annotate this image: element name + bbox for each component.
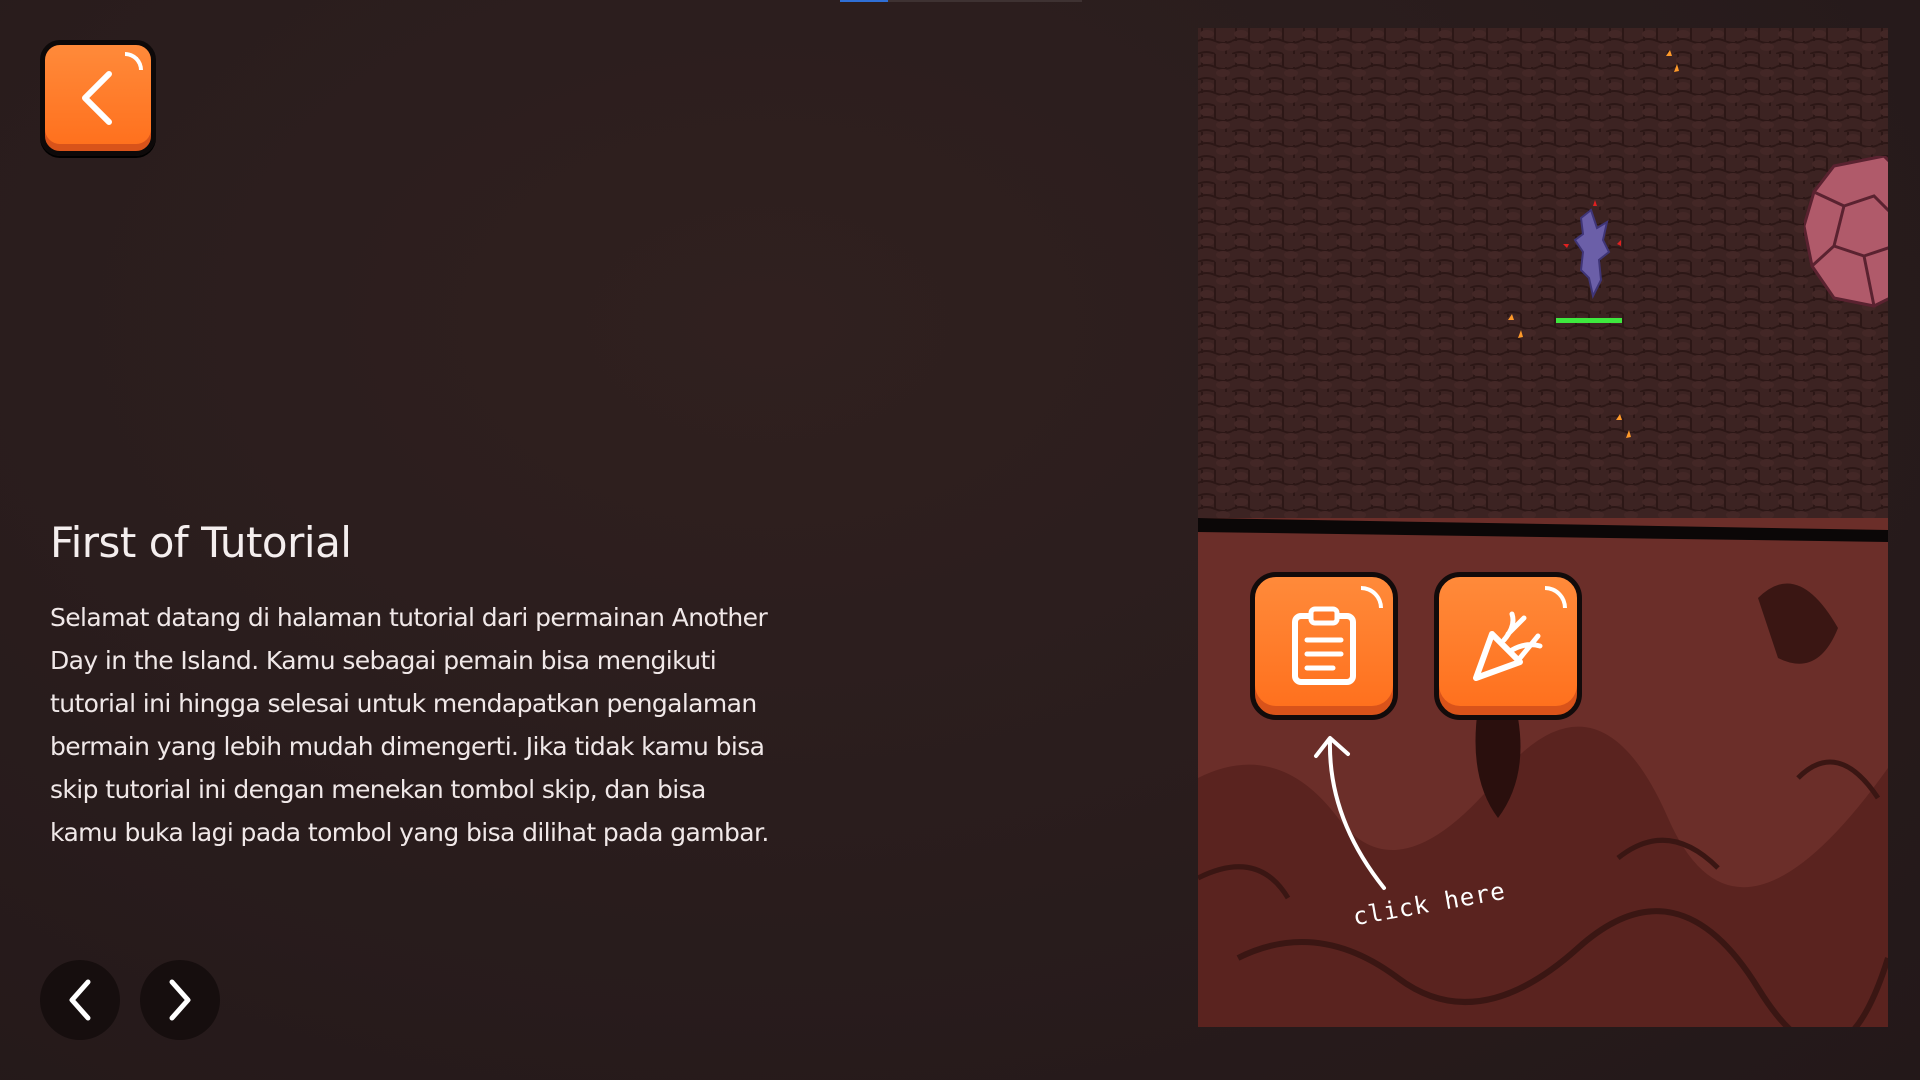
tutorial-preview-image: click here bbox=[1198, 28, 1888, 1027]
player-character bbox=[1563, 200, 1621, 299]
rock-formation bbox=[1804, 156, 1888, 308]
chevron-left-icon bbox=[69, 979, 91, 1021]
hint-arrow bbox=[1314, 736, 1386, 890]
tutorial-description: Selamat datang di halaman tutorial dari … bbox=[50, 603, 769, 847]
quest-button[interactable] bbox=[1250, 572, 1398, 720]
chevron-left-icon bbox=[82, 71, 112, 125]
skip-tutorial-button[interactable] bbox=[1434, 572, 1582, 720]
game-world-view bbox=[1198, 28, 1888, 538]
party-popper-icon bbox=[1473, 611, 1543, 681]
button-shine bbox=[125, 52, 143, 70]
tutorial-title: First of Tutorial bbox=[50, 518, 352, 567]
tutorial-progress-fill bbox=[840, 0, 888, 2]
back-button[interactable] bbox=[40, 40, 156, 156]
button-shine bbox=[1545, 586, 1567, 608]
chevron-right-icon bbox=[169, 979, 191, 1021]
next-step-button[interactable] bbox=[140, 960, 220, 1040]
clipboard-icon bbox=[1292, 606, 1356, 685]
player-health-bar bbox=[1556, 318, 1622, 323]
previous-step-button[interactable] bbox=[40, 960, 120, 1040]
button-shine bbox=[1361, 586, 1383, 608]
fire-sparks bbox=[1508, 50, 1679, 438]
